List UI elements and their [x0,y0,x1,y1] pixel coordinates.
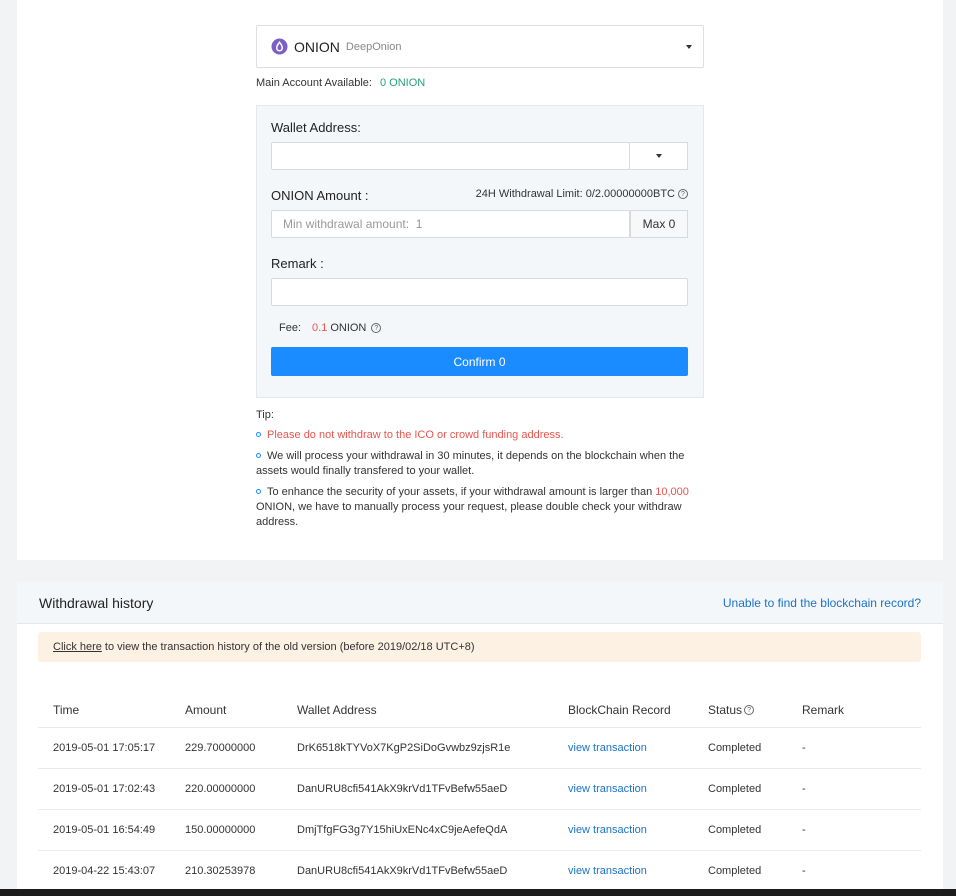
tip-text: To enhance the security of your assets, … [267,486,653,498]
click-here-link[interactable]: Click here [53,641,102,653]
col-chain: BlockChain Record [568,703,671,717]
tip-text: We will process your withdrawal in 30 mi… [256,450,685,477]
row-remark: - [802,783,806,795]
bullet-icon [256,452,261,458]
view-transaction-link[interactable]: view transaction [568,742,708,754]
history-table: Time Amount Wallet Address BlockChain Re… [38,693,921,892]
history-title: Withdrawal history [39,594,154,611]
row-remark: - [802,824,806,836]
bullet-icon [256,488,261,494]
onion-logo-icon [271,38,288,55]
view-transaction-link[interactable]: view transaction [568,824,708,836]
row-status: Completed [708,783,762,795]
row-address: DmjTfgFG3g7Y15hiUxENc4xC9jeAefeQdA [297,824,508,836]
tip-text: ONION, we have to manually process your … [256,501,682,528]
withdrawal-history-panel: Withdrawal history Unable to find the bl… [17,582,943,896]
wallet-address-label: Wallet Address: [271,120,361,135]
caret-down-icon [655,154,662,158]
fee-label: Fee: [279,322,302,334]
row-remark: - [802,865,806,877]
fee-unit: ONION [330,322,367,334]
view-transaction-link[interactable]: view transaction [568,783,708,795]
row-status: Completed [708,865,762,877]
tip-threshold: 10,000 [655,486,689,498]
blockchain-help-link[interactable]: Unable to find the blockchain record? [723,596,921,610]
table-row: 2019-05-01 17:05:17 229.70000000 DrK6518… [38,728,921,769]
coin-select[interactable]: ONION DeepOnion [256,25,704,68]
tips-title: Tip: [256,409,274,421]
notice-text: to view the transaction history of the o… [104,641,475,653]
coin-symbol: ONION [294,38,340,55]
row-remark: - [802,742,806,754]
row-address: DrK6518kTYVoX7KgP2SiDoGvwbz9zjsR1e [297,742,511,754]
max-button[interactable]: Max 0 [630,210,688,238]
col-time: Time [53,703,80,717]
tip-item: Please do not withdraw to the ICO or cro… [256,428,696,443]
table-row: 2019-05-01 16:54:49 150.00000000 DmjTfgF… [38,810,921,851]
row-status: Completed [708,742,762,754]
coin-name: DeepOnion [345,40,402,53]
row-time: 2019-04-22 15:43:07 [53,865,156,877]
table-row: 2019-04-22 15:43:07 210.30253978 DanURU8… [38,851,921,892]
amount-label: ONION Amount : [271,188,369,203]
old-version-notice: Click here to view the transaction histo… [38,632,921,662]
withdrawal-limit-text: 24H Withdrawal Limit: 0/2.00000000BTC [475,188,675,200]
available-balance: Main Account Available: 0 ONION [256,77,425,89]
row-amount: 150.00000000 [185,824,256,836]
row-time: 2019-05-01 16:54:49 [53,824,156,836]
tip-item: To enhance the security of your assets, … [256,485,696,530]
col-remark: Remark [802,703,845,717]
address-book-dropdown[interactable] [630,142,688,170]
bullet-icon [256,431,261,437]
col-address: Wallet Address [297,703,377,717]
available-value: 0 ONION [379,77,426,89]
available-label: Main Account Available: [256,77,372,89]
confirm-button[interactable]: Confirm 0 [271,347,688,376]
row-amount: 220.00000000 [185,783,256,795]
wallet-address-input[interactable] [271,142,630,170]
row-address: DanURU8cfi541AkX9krVd1TFvBefw55aeD [297,783,508,795]
col-status: Status ? [708,703,802,717]
fee-value: 0.1 [312,322,328,334]
table-header: Time Amount Wallet Address BlockChain Re… [38,693,921,728]
col-status-label: Status [708,703,743,717]
col-amount: Amount [185,703,227,717]
help-icon[interactable]: ? [678,189,688,199]
amount-input[interactable] [271,210,630,238]
taskbar-edge [0,889,956,896]
row-time: 2019-05-01 17:05:17 [53,742,156,754]
row-amount: 210.30253978 [185,865,256,877]
tips-section: Tip: Please do not withdraw to the ICO o… [256,408,696,536]
withdrawal-limit: 24H Withdrawal Limit: 0/2.00000000BTC ? [476,188,688,200]
tip-item: We will process your withdrawal in 30 mi… [256,449,696,479]
withdraw-form: Wallet Address: ONION Amount : 24H Withd… [256,105,704,398]
row-address: DanURU8cfi541AkX9krVd1TFvBefw55aeD [297,865,508,877]
view-transaction-link[interactable]: view transaction [568,865,708,877]
help-icon[interactable]: ? [744,705,755,715]
help-icon[interactable]: ? [371,323,382,333]
tip-text: Please do not withdraw to the ICO or cro… [267,429,564,441]
caret-down-icon [686,45,692,49]
fee-info: Fee: 0.1 ONION ? [279,322,382,334]
row-status: Completed [708,824,762,836]
row-amount: 229.70000000 [185,742,256,754]
table-row: 2019-05-01 17:02:43 220.00000000 DanURU8… [38,769,921,810]
remark-label: Remark : [271,256,324,271]
row-time: 2019-05-01 17:02:43 [53,783,156,795]
history-header: Withdrawal history Unable to find the bl… [17,582,943,624]
remark-input[interactable] [271,278,688,306]
